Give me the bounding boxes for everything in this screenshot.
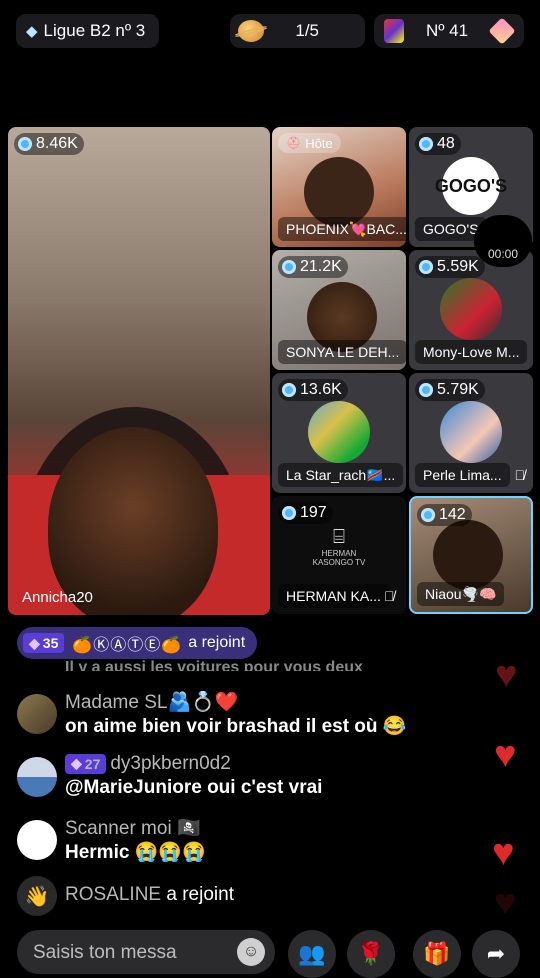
- viewer-icon: [282, 506, 296, 520]
- level-badge: ◆ 35: [23, 633, 65, 653]
- viewer-count: 5.79K: [415, 379, 485, 401]
- message-input[interactable]: Saisis ton messa ☺: [17, 930, 275, 974]
- guest-name: Perle Lima...: [415, 463, 510, 487]
- viewer-count: 13.6K: [278, 379, 348, 401]
- guests-icon: 👥: [298, 941, 326, 966]
- heart-icon: ♥: [494, 734, 517, 776]
- league-badge[interactable]: ◆ Ligue B2 nº 3: [16, 14, 159, 48]
- rank-value: Nº 41: [425, 21, 469, 40]
- chat-username[interactable]: Scanner moi 🏴‍☠️: [65, 816, 201, 840]
- heart-icon: ♥: [492, 832, 515, 874]
- rose-gift-button[interactable]: 🌹: [347, 930, 395, 978]
- gem-icon: [488, 17, 516, 45]
- viewer-count: 197: [278, 502, 333, 524]
- viewer-count: 48: [415, 133, 461, 155]
- chat-username: dy3pkbern0d2: [110, 753, 231, 774]
- host-icon: ⛑: [286, 136, 302, 150]
- viewer-icon: [419, 383, 433, 397]
- rounds-badge[interactable]: 1/5: [230, 14, 365, 48]
- avatar[interactable]: [17, 694, 57, 734]
- mic-muted-icon: 🎙̸: [384, 588, 395, 604]
- guest-avatar: [440, 278, 502, 340]
- guest-name: Mony-Love M...: [415, 340, 528, 364]
- guest-avatar: GOGO'S: [435, 157, 507, 215]
- multi-guest-button[interactable]: 👥: [288, 930, 336, 978]
- guest-name: HERMAN KA...: [278, 584, 389, 608]
- avatar[interactable]: [17, 757, 57, 797]
- guest-avatar: [440, 401, 502, 463]
- rose-icon: 🌹: [357, 941, 385, 966]
- chat-text: @MarieJuniore oui c'est vrai: [65, 777, 323, 798]
- viewer-icon: [421, 508, 435, 522]
- gift-icon: 🎁: [423, 941, 451, 966]
- join-action: a rejoint: [188, 634, 246, 651]
- join-user: 🍊ⓀⒶⓉⒺ🍊: [72, 637, 183, 654]
- guest-tile[interactable]: 13.6K La Star_rach🇨🇩...: [272, 373, 406, 493]
- viewer-icon: [18, 137, 32, 151]
- avatar[interactable]: [17, 820, 57, 860]
- rank-badge[interactable]: Nº 41: [374, 14, 524, 48]
- guest-tile[interactable]: ⌸ HERMAN KASONGO TV 197 HERMAN KA... 🎙̸: [272, 496, 406, 614]
- timer: 00:00: [474, 215, 532, 267]
- chat-text: Hermic 😭😭😭: [65, 842, 206, 863]
- viewer-icon: [419, 137, 433, 151]
- viewer-count: 21.2K: [278, 256, 348, 278]
- guest-name: La Star_rach🇨🇩...: [278, 463, 404, 487]
- gift-button[interactable]: 🎁: [413, 930, 461, 978]
- viewer-icon: [419, 260, 433, 274]
- streamer-name: Annicha20: [22, 588, 93, 606]
- viewer-icon: [282, 383, 296, 397]
- diamond-icon: ◆: [71, 755, 82, 772]
- share-button[interactable]: ➦: [472, 930, 520, 978]
- guest-tile[interactable]: 5.59K Mony-Love M...: [409, 250, 533, 370]
- chat-text: on aime bien voir brashad il est où 😂: [65, 716, 407, 737]
- guest-name: Niaou🌪️🧠: [417, 582, 505, 606]
- mic-muted-icon: 🎙̸: [514, 467, 526, 483]
- chat-user-line[interactable]: ◆ 27 dy3pkbern0d2: [65, 753, 231, 775]
- guest-tile[interactable]: 21.2K SONYA LE DEH...: [272, 250, 406, 370]
- rank-avatar: [384, 19, 404, 43]
- guest-avatar: [308, 401, 370, 463]
- viewer-count: 5.59K: [415, 256, 485, 278]
- viewer-icon: [282, 260, 296, 274]
- main-stream-tile[interactable]: 8.46K Annicha20: [8, 127, 270, 615]
- heart-icon: ♥: [494, 882, 517, 924]
- faded-message: Il y a aussi les voitures pour vous deux: [65, 659, 363, 671]
- diamond-icon: ◆: [26, 23, 38, 40]
- diamond-icon: ◆: [29, 634, 40, 651]
- host-badge: ⛑ Hôte: [278, 133, 341, 153]
- guest-tile[interactable]: 5.79K Perle Lima... 🎙̸: [409, 373, 533, 493]
- planet-icon: [238, 20, 264, 42]
- guest-name: PHOENIX💘BAC...: [278, 217, 406, 241]
- join-action: a rejoint: [166, 884, 234, 905]
- guest-tile-active[interactable]: 142 Niaou🌪️🧠: [409, 496, 533, 614]
- emoji-icon[interactable]: ☺: [237, 938, 265, 966]
- rounds-value: 1/5: [295, 21, 319, 40]
- wave-hand-icon: 👋: [17, 876, 57, 916]
- join-line: ROSALINE a rejoint: [65, 884, 234, 906]
- join-user: ROSALINE: [65, 884, 162, 905]
- guest-tile[interactable]: ⛑ Hôte PHOENIX💘BAC...: [272, 127, 406, 247]
- league-label: Ligue B2 nº 3: [43, 21, 146, 40]
- guest-name: SONYA LE DEH...: [278, 340, 406, 364]
- level-badge: ◆ 27: [65, 753, 107, 774]
- viewer-count: 142: [417, 504, 472, 526]
- viewer-count: 8.46K: [14, 133, 84, 155]
- heart-icon: ♥: [495, 654, 518, 696]
- share-arrow-icon: ➦: [486, 941, 506, 966]
- channel-logo: ⌸ HERMAN KASONGO TV: [312, 526, 366, 567]
- chat-username[interactable]: Madame SL🫂💍❤️: [65, 690, 238, 714]
